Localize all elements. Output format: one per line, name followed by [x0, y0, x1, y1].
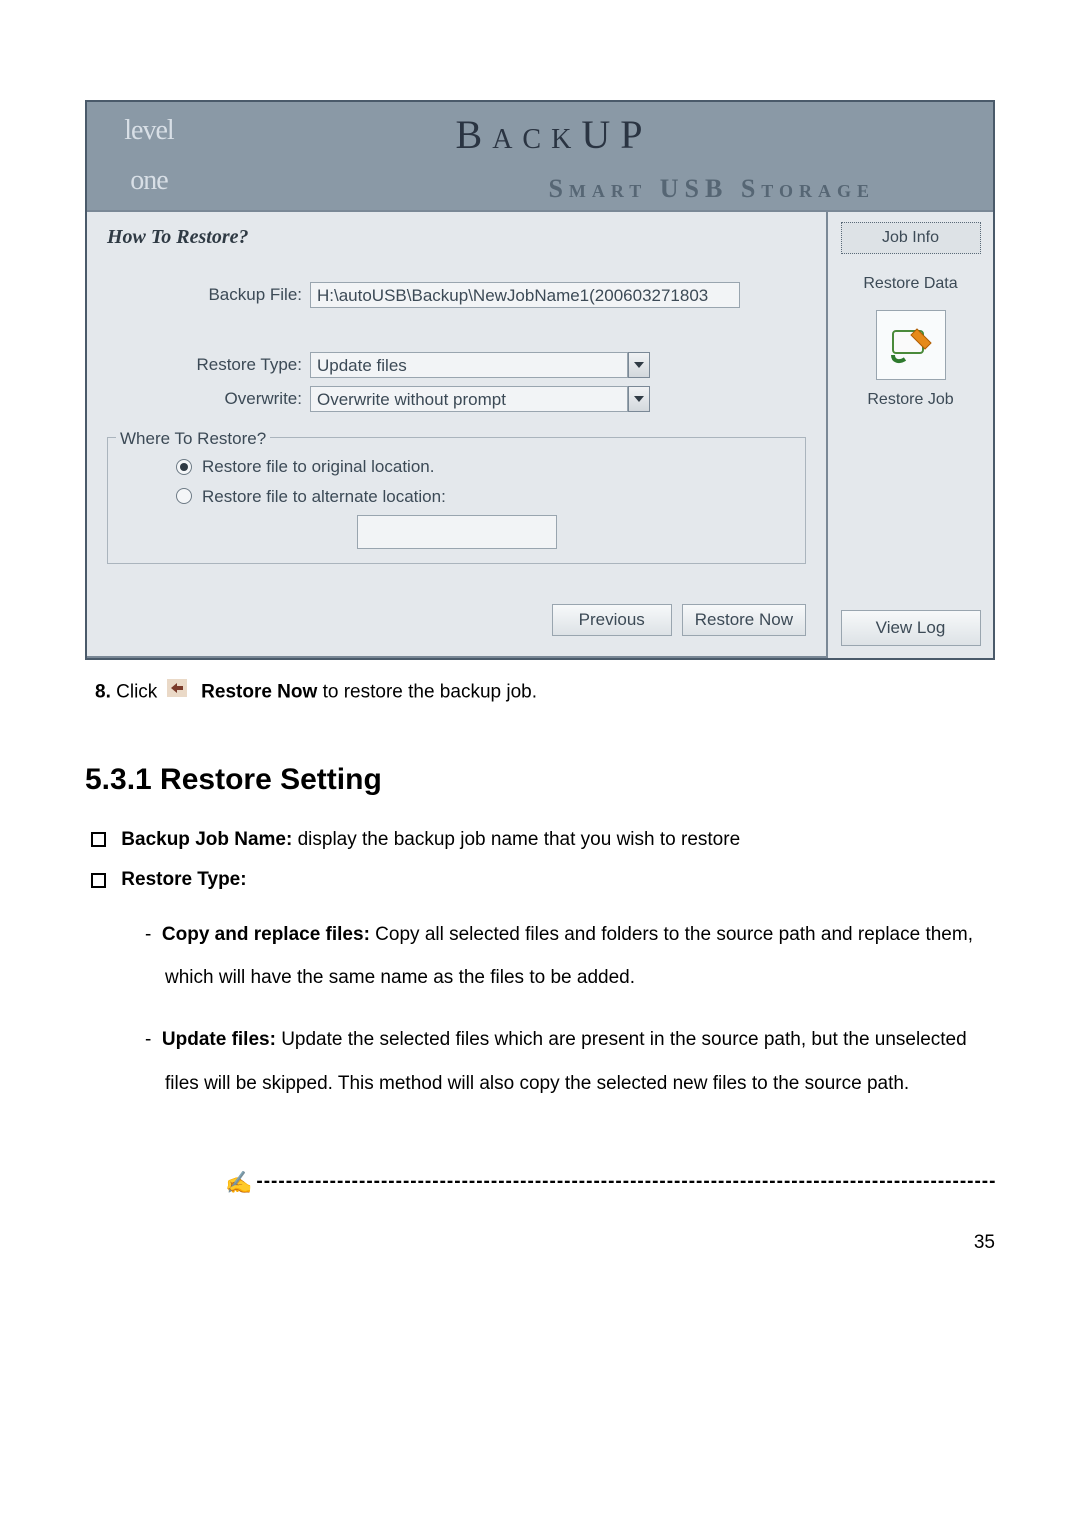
divider-dashes: ----------------------------------------…	[256, 1168, 995, 1197]
step-8-rest: to restore the backup job.	[317, 681, 537, 702]
overwrite-label: Overwrite:	[107, 386, 302, 412]
panel-heading: How To Restore?	[107, 222, 806, 252]
header-titles: BackUP Smart USB Storage	[193, 105, 975, 208]
alternate-location-input[interactable]	[357, 515, 557, 549]
radio-original-label: Restore file to original location.	[202, 454, 434, 480]
side-panel: Job Info Restore Data Restore Job View L…	[828, 212, 993, 658]
dash2-rest: Update the selected files which are pres…	[165, 1029, 967, 1094]
where-legend: Where To Restore?	[116, 426, 270, 452]
restore-data-label: Restore Data	[863, 272, 957, 296]
view-log-button[interactable]: View Log	[841, 610, 981, 646]
radio-original-row[interactable]: Restore file to original location.	[126, 454, 787, 480]
main-panel: How To Restore? Backup File: H:\autoUSB\…	[87, 212, 828, 658]
step-8-click: Click	[116, 681, 157, 702]
bullet2-bold: Restore Type:	[121, 869, 246, 890]
bullet1-bold: Backup Job Name:	[121, 829, 292, 850]
overwrite-select[interactable]: Overwrite without prompt	[310, 386, 650, 412]
restore-now-small-icon	[167, 678, 187, 707]
bullet-restore-type: Restore Type:	[91, 866, 995, 895]
where-to-restore-group: Where To Restore? Restore file to origin…	[107, 437, 806, 564]
checkbox-bullet-icon	[91, 832, 106, 847]
bullet-backup-job-name: Backup Job Name: display the backup job …	[91, 826, 995, 855]
app-logo: level one	[105, 112, 193, 200]
dropdown-icon[interactable]	[628, 386, 650, 412]
restore-type-value: Update files	[310, 352, 628, 378]
section-heading: 5.3.1 Restore Setting	[85, 757, 995, 802]
step-8-bold: Restore Now	[201, 681, 317, 702]
app-body: How To Restore? Backup File: H:\autoUSB\…	[87, 212, 993, 658]
page-number: 35	[85, 1229, 995, 1258]
note-divider: ✍ --------------------------------------…	[85, 1166, 995, 1199]
restore-type-label: Restore Type:	[107, 352, 302, 378]
restore-type-select[interactable]: Update files	[310, 352, 650, 378]
overwrite-value: Overwrite without prompt	[310, 386, 628, 412]
app-title: BackUP	[193, 105, 915, 165]
radio-alternate[interactable]	[176, 488, 192, 504]
dropdown-icon[interactable]	[628, 352, 650, 378]
step-8: 8. Click Restore Now to restore the back…	[95, 678, 995, 707]
backup-file-label: Backup File:	[107, 282, 302, 308]
restore-job-icon	[887, 321, 935, 369]
wizard-buttons: Previous Restore Now	[107, 604, 806, 636]
restore-type-row: Restore Type: Update files	[107, 352, 806, 378]
backup-file-input[interactable]: H:\autoUSB\Backup\NewJobName1(2006032718…	[310, 282, 740, 308]
logo-text-top: level	[124, 110, 173, 152]
pen-icon: ✍	[225, 1166, 252, 1199]
overwrite-row: Overwrite: Overwrite without prompt	[107, 386, 806, 412]
logo-text-bottom: one	[130, 160, 167, 202]
step-8-number: 8.	[95, 681, 111, 702]
radio-original[interactable]	[176, 459, 192, 475]
dash-copy-replace: - Copy and replace files: Copy all selec…	[145, 913, 995, 1000]
backup-file-row: Backup File: H:\autoUSB\Backup\NewJobNam…	[107, 282, 806, 308]
dash-update-files: - Update files: Update the selected file…	[145, 1018, 995, 1105]
checkbox-bullet-icon	[91, 873, 106, 888]
previous-button[interactable]: Previous	[552, 604, 672, 636]
app-subtitle: Smart USB Storage	[193, 169, 915, 208]
restore-now-button[interactable]: Restore Now	[682, 604, 806, 636]
dash2-bold: Update files:	[162, 1029, 276, 1050]
dash1-bold: Copy and replace files:	[162, 924, 370, 945]
restore-job-label: Restore Job	[867, 388, 953, 412]
bullet-list: Backup Job Name: display the backup job …	[91, 826, 995, 895]
radio-alternate-row[interactable]: Restore file to alternate location:	[126, 484, 787, 510]
dash-list: - Copy and replace files: Copy all selec…	[145, 913, 995, 1106]
bullet1-rest: display the backup job name that you wis…	[292, 829, 740, 850]
restore-job-icon-box[interactable]	[876, 310, 946, 380]
backup-app-window: level one BackUP Smart USB Storage How T…	[85, 100, 995, 660]
radio-alternate-label: Restore file to alternate location:	[202, 484, 446, 510]
app-header: level one BackUP Smart USB Storage	[87, 102, 993, 212]
job-info-button[interactable]: Job Info	[841, 222, 981, 254]
